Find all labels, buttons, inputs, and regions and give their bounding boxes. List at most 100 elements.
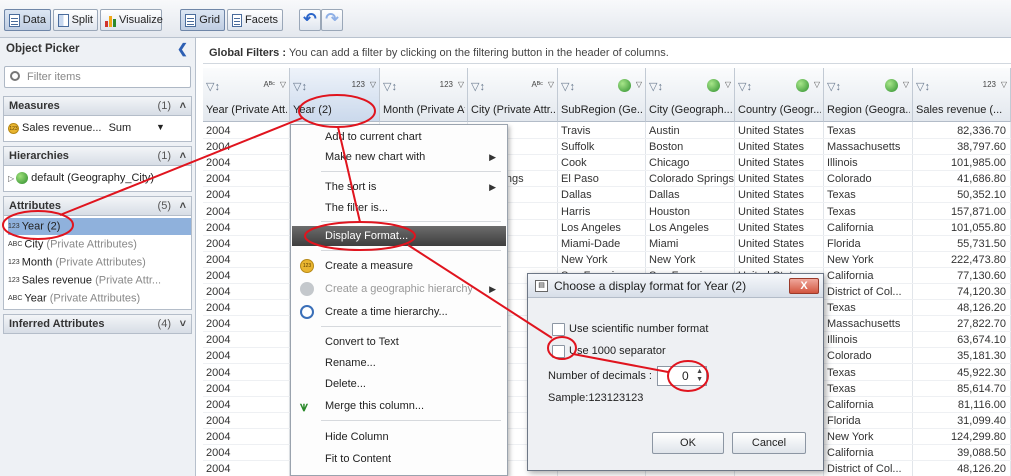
table-cell[interactable]: 2004 [203,461,290,476]
measure-item[interactable]: 123 Sales revenue... Sum [8,120,131,137]
table-cell[interactable]: 39,088.50 [913,445,1011,461]
table-cell[interactable]: United States [735,220,824,236]
expand-down-icon[interactable]: ˅ [180,315,186,333]
table-cell[interactable]: New York [824,429,913,445]
table-cell[interactable]: Chicago [646,155,735,172]
menu-item[interactable]: Add to current chart [292,127,506,147]
table-cell[interactable]: 222,473.80 [913,252,1011,268]
table-cell[interactable]: 2004 [203,252,290,268]
ok-button[interactable]: OK [652,432,724,454]
table-cell[interactable]: 2004 [203,413,290,429]
inferred-attributes-section-header[interactable]: Inferred Attributes (4) ˅ [3,314,192,334]
menu-item[interactable]: Hide Column [292,427,506,447]
data-view-button[interactable]: Data [4,9,51,31]
table-cell[interactable]: Texas [824,123,913,139]
table-cell[interactable]: 2004 [203,381,290,397]
table-cell[interactable]: 63,674.10 [913,332,1011,349]
table-cell[interactable]: 2004 [203,236,290,252]
table-cell[interactable]: District of Col... [824,461,913,476]
table-cell[interactable]: Massachusetts [824,316,913,333]
hierarchy-item[interactable]: ▷ default (Geography_City) [8,170,154,187]
table-cell[interactable]: Colorado Springs [646,171,735,188]
collapse-panel-icon[interactable]: ❮ [177,41,188,57]
table-cell[interactable]: Texas [824,365,913,381]
table-cell[interactable]: United States [735,139,824,156]
table-cell[interactable]: 2004 [203,220,290,236]
column-header[interactable]: ▽↕ ▽ SubRegion (Ge... [558,68,646,122]
table-cell[interactable]: 2004 [203,123,290,139]
chevron-down-icon[interactable]: ▽ [370,80,376,89]
table-cell[interactable]: 2004 [203,397,290,413]
menu-item[interactable]: Rename... [292,353,506,373]
column-header[interactable]: ▽↕ ▽ Country (Geogr... [735,68,824,122]
filter-sort-icon[interactable]: ▽↕ [738,80,752,93]
collapse-up-icon[interactable]: ˄ [180,97,186,115]
chevron-down-icon[interactable]: ▽ [725,80,731,89]
table-cell[interactable]: 157,871.00 [913,204,1011,220]
table-cell[interactable]: 2004 [203,332,290,349]
table-cell[interactable]: Austin [646,123,735,139]
column-header[interactable]: ▽↕ Aᴮᶜ ▽ Year (Private Att... [203,68,290,122]
table-cell[interactable]: 81,116.00 [913,397,1011,413]
table-cell[interactable]: Harris [558,204,646,220]
menu-item[interactable]: Delete... [292,374,506,394]
table-cell[interactable]: California [824,220,913,236]
table-cell[interactable]: 48,126.20 [913,461,1011,476]
collapse-up-icon[interactable]: ˄ [180,197,186,215]
table-cell[interactable]: 2004 [203,268,290,284]
filter-sort-icon[interactable]: ▽↕ [561,80,575,93]
attribute-item[interactable]: ABC City (Private Attributes) [8,236,137,253]
table-cell[interactable]: 85,614.70 [913,381,1011,397]
table-cell[interactable]: 55,731.50 [913,236,1011,252]
table-cell[interactable]: New York [824,252,913,268]
table-cell[interactable]: 2004 [203,187,290,204]
table-cell[interactable]: Florida [824,413,913,429]
filter-sort-icon[interactable]: ▽↕ [206,80,220,93]
table-cell[interactable]: Illinois [824,332,913,349]
table-cell[interactable]: El Paso [558,171,646,188]
table-cell[interactable]: 74,120.30 [913,284,1011,300]
menu-item[interactable]: 123 Create a measure [292,256,506,276]
table-cell[interactable]: 101,985.00 [913,155,1011,172]
cancel-button[interactable]: Cancel [732,432,806,454]
table-cell[interactable]: 2004 [203,284,290,300]
attribute-item[interactable]: 123 Year (2) [8,218,60,235]
table-cell[interactable]: New York [558,252,646,268]
menu-item[interactable]: Fit to Content [292,449,506,469]
table-cell[interactable]: United States [735,204,824,220]
filter-sort-icon[interactable]: ▽↕ [383,80,397,93]
table-cell[interactable]: 2004 [203,445,290,461]
chevron-down-icon[interactable]: ▽ [636,80,642,89]
filter-sort-icon[interactable]: ▽↕ [649,80,663,93]
table-cell[interactable]: Miami [646,236,735,252]
table-cell[interactable]: California [824,397,913,413]
table-cell[interactable]: 45,922.30 [913,365,1011,381]
table-cell[interactable]: Texas [824,187,913,204]
table-cell[interactable]: United States [735,252,824,268]
column-header[interactable]: ▽↕ 123 ▽ Month (Private At... [380,68,468,122]
scientific-format-option[interactable]: Use scientific number format [552,321,708,337]
scientific-format-checkbox[interactable] [552,322,565,336]
table-cell[interactable]: Florida [824,236,913,252]
collapse-up-icon[interactable]: ˄ [180,147,186,165]
table-cell[interactable]: United States [735,123,824,139]
column-header[interactable]: ▽↕ 123 ▽ Year (2) [290,68,380,122]
filter-sort-icon[interactable]: ▽↕ [293,80,307,93]
column-header[interactable]: ▽↕ Aᴮᶜ ▽ City (Private Attr... [468,68,558,122]
table-cell[interactable]: 82,336.70 [913,123,1011,139]
menu-item[interactable]: The sort is ▶ [292,177,506,197]
table-cell[interactable]: California [824,445,913,461]
table-cell[interactable]: Boston [646,139,735,156]
grid-view-button[interactable]: Grid [180,9,225,31]
filter-items-input[interactable]: Filter items [4,66,191,88]
column-header[interactable]: ▽↕ 123 ▽ Sales revenue (... [913,68,1011,122]
table-cell[interactable]: Los Angeles [646,220,735,236]
table-cell[interactable]: Colorado [824,171,913,188]
redo-button[interactable]: ↷ [321,9,343,31]
menu-item[interactable]: Make new chart with ▶ [292,147,506,167]
menu-item[interactable]: The filter is... [292,198,506,218]
chevron-down-icon[interactable]: ▽ [280,80,286,89]
expand-arrow-icon[interactable]: ▷ [8,174,14,183]
table-cell[interactable]: United States [735,187,824,204]
undo-button[interactable]: ↶ [299,9,321,31]
